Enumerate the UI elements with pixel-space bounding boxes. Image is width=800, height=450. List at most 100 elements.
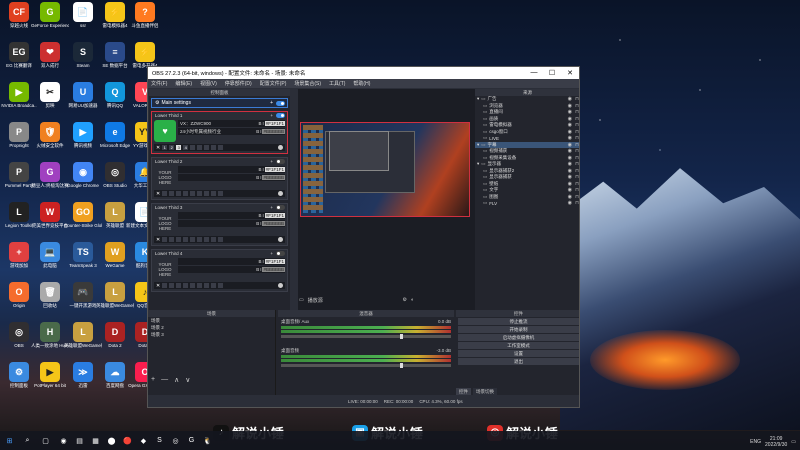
slot[interactable]: [211, 237, 217, 242]
settings-button[interactable]: 设置: [458, 350, 579, 357]
slot[interactable]: [218, 237, 224, 242]
main-settings-row[interactable]: ⚙ Main settings +: [151, 98, 288, 108]
desktop-icon[interactable]: P Propnight: [2, 122, 36, 160]
lower-third-item[interactable]: Lower Third 1 + ♥ VX：ZZWC900 B I #F1F1F1 24小时专属…: [151, 111, 288, 154]
desktop-icon[interactable]: 🎮 一键开黑游戏: [66, 282, 100, 320]
studio-mode-button[interactable]: 工作室模式: [458, 342, 579, 349]
desktop-icon[interactable]: S Steam: [66, 42, 100, 80]
start-button[interactable]: ⊞: [4, 435, 15, 446]
bold-button[interactable]: B: [256, 221, 259, 226]
taskbar-app-icon[interactable]: ▦: [90, 435, 101, 446]
obs-titlebar[interactable]: OBS 27.2.3 (64-bit, windows) - 配置文件: 未命名…: [148, 67, 579, 79]
desktop-icon[interactable]: G GeForce Experience: [31, 2, 69, 40]
lower-third-item[interactable]: Lower Third 4 + YOUR LOGO HERE B I #F1F1F1 B I #…: [151, 249, 288, 292]
slot-1[interactable]: [162, 191, 168, 196]
filter-icon[interactable]: ◐: [411, 297, 414, 303]
close-button[interactable]: ✕: [561, 69, 579, 77]
lock-icon[interactable]: ⊓: [574, 142, 579, 148]
desktop-icon[interactable]: ◉ Google Chrome: [66, 162, 100, 200]
lock-icon[interactable]: ⊓: [574, 168, 579, 174]
scene-item[interactable]: 场景 3: [148, 331, 275, 338]
slot-4[interactable]: [183, 237, 189, 242]
desktop-icon[interactable]: P Pummel Party: [2, 162, 36, 200]
eye-icon[interactable]: ◉: [568, 109, 572, 115]
slot-1[interactable]: [162, 237, 168, 242]
desktop-icon[interactable]: 🛡 火绒安全软件: [33, 122, 67, 160]
eye-icon[interactable]: ◉: [568, 168, 572, 174]
taskbar-app-icon[interactable]: ◉: [58, 435, 69, 446]
gear-icon[interactable]: ⚙: [402, 297, 406, 303]
desktop-icon[interactable]: 📄 ssr: [66, 2, 100, 40]
bold-button[interactable]: B: [256, 129, 259, 134]
add-icon[interactable]: +: [270, 205, 273, 210]
eye-icon[interactable]: ◉: [568, 96, 572, 102]
taskbar-app-icon[interactable]: 🐧: [202, 435, 213, 446]
lower-third-toggle[interactable]: [276, 205, 285, 210]
eye-icon[interactable]: ◉: [568, 200, 572, 206]
add-icon[interactable]: +: [270, 159, 273, 164]
subtitle-color-swatch[interactable]: #BBBBBB: [262, 129, 285, 134]
desktop-icon[interactable]: ◎ OBS: [2, 322, 36, 360]
exit-button[interactable]: 退出: [458, 358, 579, 365]
slot[interactable]: [204, 237, 210, 242]
desktop-icon[interactable]: + 游戏加加: [2, 242, 36, 280]
eye-icon[interactable]: ◉: [568, 161, 572, 167]
slot-1[interactable]: 1: [162, 145, 168, 150]
desktop-icon[interactable]: ❤ 双人成行: [33, 42, 67, 80]
menu-help[interactable]: 帮助(H): [353, 80, 370, 87]
desktop-icon[interactable]: O Origin: [2, 282, 36, 320]
slot[interactable]: [190, 283, 196, 288]
menu-edit[interactable]: 编辑(E): [175, 80, 192, 87]
lock-icon[interactable]: ⊓: [574, 129, 579, 135]
desktop-icon[interactable]: D Dota 2: [98, 322, 132, 360]
subtitle-field[interactable]: B I #BBBBBB: [178, 174, 285, 181]
bold-button[interactable]: B: [258, 167, 261, 172]
desktop-icon[interactable]: W 完美世界竞技平台: [32, 202, 68, 240]
title-color-swatch[interactable]: #F1F1F1: [264, 167, 285, 172]
bold-button[interactable]: B: [258, 121, 261, 126]
notification-icon[interactable]: ▭: [791, 439, 796, 445]
eye-icon[interactable]: ◉: [568, 194, 572, 200]
slot[interactable]: [197, 145, 203, 150]
remove-scene-button[interactable]: —: [161, 376, 168, 384]
slot[interactable]: [204, 283, 210, 288]
taskbar-app-icon[interactable]: ◆: [138, 435, 149, 446]
lower-third-toggle[interactable]: [276, 113, 285, 118]
add-icon[interactable]: +: [270, 251, 273, 256]
desktop-icon[interactable]: 🗑 回收站: [33, 282, 67, 320]
desktop-icon[interactable]: CF 穿越火线: [2, 2, 36, 40]
title-color-swatch[interactable]: #F1F1F1: [264, 213, 285, 218]
desktop-icon[interactable]: e Microsoft Edge: [98, 122, 132, 160]
slot[interactable]: [211, 283, 217, 288]
slot[interactable]: [211, 191, 217, 196]
main-settings-toggle[interactable]: [276, 100, 285, 106]
title-field[interactable]: B I #F1F1F1: [178, 212, 285, 219]
subtitle-field[interactable]: 24小时专属视频行业 B I #BBBBBB: [178, 128, 285, 135]
slot-2[interactable]: [169, 283, 175, 288]
taskbar-app-icon[interactable]: ⬤: [106, 435, 117, 446]
lock-icon[interactable]: ⊓: [574, 155, 579, 161]
slot-2[interactable]: [169, 237, 175, 242]
desktop-icon[interactable]: ☁ 百度网盘: [98, 362, 132, 400]
eye-icon[interactable]: ◉: [568, 116, 572, 122]
desktop-icon[interactable]: GOCounter-Strike Global Off..: [64, 202, 102, 240]
eye-icon[interactable]: ◉: [568, 129, 572, 135]
desktop-icon[interactable]: ▶ PotPlayer 64 bit: [33, 362, 67, 400]
desktop-icon[interactable]: ≡ SE 数据平台: [98, 42, 132, 80]
maximize-button[interactable]: ☐: [543, 69, 561, 77]
lock-icon[interactable]: ⊓: [574, 187, 579, 193]
title-field[interactable]: B I #F1F1F1: [178, 258, 285, 265]
scene-up-button[interactable]: ∧: [174, 376, 179, 384]
eye-icon[interactable]: ◉: [568, 174, 572, 180]
desktop-icon[interactable]: ? 斗鱼直播伴侣: [128, 2, 162, 40]
eye-icon[interactable]: ◉: [568, 135, 572, 141]
slot-2[interactable]: 2: [169, 145, 175, 150]
lock-icon[interactable]: ⊓: [574, 122, 579, 128]
preview-canvas[interactable]: [300, 122, 470, 217]
slot-3[interactable]: [176, 191, 182, 196]
italic-button[interactable]: I: [262, 167, 263, 172]
volume-slider[interactable]: [281, 334, 451, 339]
desktop-icon[interactable]: L Legion Toolkit: [2, 202, 36, 240]
slot-2[interactable]: [169, 191, 175, 196]
desktop-icon[interactable]: ⚙ 控制面板: [2, 362, 36, 400]
